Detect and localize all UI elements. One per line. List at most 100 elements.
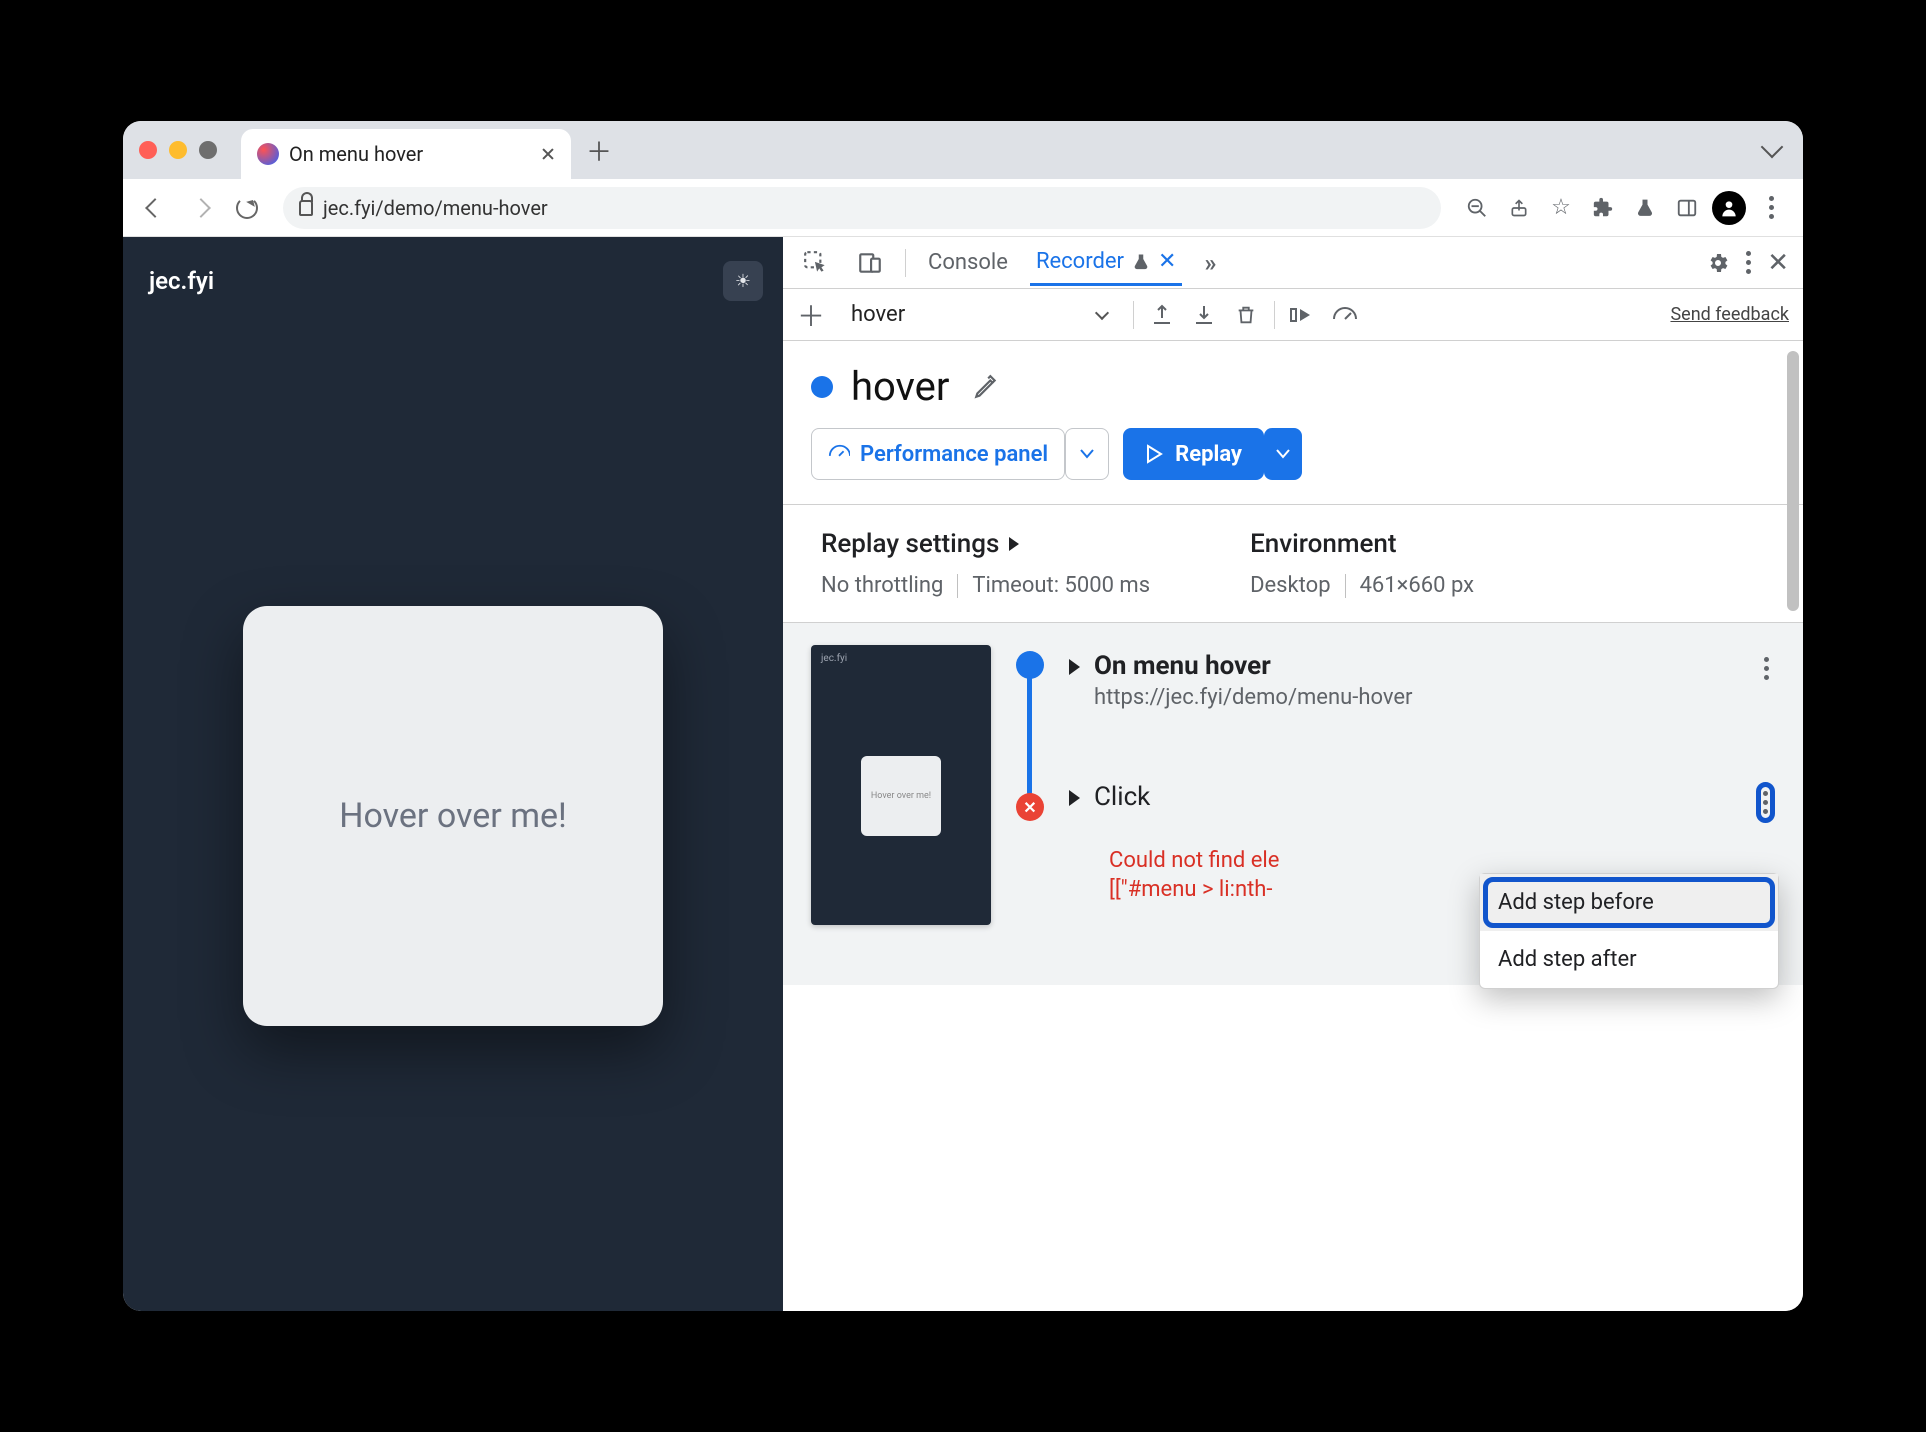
device-toggle-button[interactable] [851,240,889,286]
replay-settings-block: Replay settings No throttling Timeout: 5… [821,529,1150,598]
devtools-panel: Console Recorder ✕ » ✕ [783,237,1803,1311]
devtools-more-button[interactable] [1746,251,1751,274]
browser-toolbar: jec.fyi/demo/menu-hover ☆ [123,179,1803,237]
reload-button[interactable] [227,188,267,228]
window-controls [139,141,217,159]
tab-console[interactable]: Console [922,240,1014,285]
collapse-toggle-icon[interactable] [1069,790,1080,806]
import-button[interactable] [1190,301,1218,329]
step-row-navigate[interactable]: On menu hover https://jec.fyi/demo/menu-… [1069,645,1775,716]
recording-select[interactable]: hover [839,297,1119,333]
export-button[interactable] [1148,301,1176,329]
share-icon[interactable] [1499,188,1539,228]
back-button[interactable] [135,188,175,228]
step-title: Click [1094,782,1150,812]
side-panel-icon[interactable] [1667,188,1707,228]
tabs-overflow-button[interactable] [1757,135,1787,165]
more-tabs-button[interactable]: » [1198,239,1222,287]
step-subtitle: https://jec.fyi/demo/menu-hover [1094,685,1412,710]
replay-dropdown[interactable] [1264,428,1302,480]
address-bar[interactable]: jec.fyi/demo/menu-hover [283,187,1441,229]
step-list: On menu hover https://jec.fyi/demo/menu-… [1069,645,1775,925]
replay-button[interactable]: Replay [1123,428,1264,480]
settings-row: Replay settings No throttling Timeout: 5… [783,505,1803,622]
inspect-element-button[interactable] [797,240,835,286]
theme-toggle-button[interactable]: ☀ [723,261,763,301]
labs-flask-icon[interactable] [1625,188,1665,228]
devtools-tab-bar: Console Recorder ✕ » ✕ [783,237,1803,289]
timeline-error-dot: ✕ [1016,793,1044,821]
tab-recorder[interactable]: Recorder ✕ [1030,239,1183,286]
slow-replay-button[interactable] [1331,301,1359,329]
forward-button[interactable] [181,188,221,228]
separator [1133,301,1134,329]
avatar-icon [1712,191,1746,225]
close-tab-icon[interactable] [541,147,555,161]
maximize-window-icon[interactable] [199,141,217,159]
bookmark-star-icon[interactable]: ☆ [1541,188,1581,228]
step-more-button-active[interactable] [1756,782,1775,823]
page-viewport: jec.fyi ☀ Hover over me! [123,237,783,1311]
browser-tab[interactable]: On menu hover [241,129,571,179]
menu-add-step-after[interactable]: Add step after [1480,931,1778,988]
step-row-click[interactable]: Click [1069,776,1775,829]
tab-strip: On menu hover ＋ [123,121,1803,179]
close-panel-icon[interactable]: ✕ [1158,249,1176,274]
step-timeline: ✕ [1015,645,1045,925]
recording-header: hover [783,341,1803,428]
throttling-value: No throttling [821,573,943,598]
separator [957,574,958,598]
close-window-icon[interactable] [139,141,157,159]
environment-heading: Environment [1250,529,1474,559]
tab-title: On menu hover [289,142,423,166]
environment-block: Environment Desktop 461×660 px [1250,529,1474,598]
zoom-out-icon[interactable] [1457,188,1497,228]
steps-area: jec.fyi Hover over me! ✕ [783,623,1803,985]
content-area: jec.fyi ☀ Hover over me! Console Recor [123,237,1803,1311]
arrow-right-icon [191,198,211,218]
recorder-body: hover Performance panel [783,341,1803,1311]
devtools-settings-button[interactable] [1706,251,1730,275]
replay-settings-heading[interactable]: Replay settings [821,529,1150,559]
collapse-toggle-icon[interactable] [1069,659,1080,675]
hover-card-text: Hover over me! [339,796,567,836]
edit-title-button[interactable] [973,374,999,400]
browser-menu-button[interactable] [1751,188,1791,228]
separator [905,249,906,277]
performance-panel-button[interactable]: Performance panel [811,428,1065,480]
recording-title: hover [851,363,949,410]
toolbar-icons: ☆ [1457,188,1791,228]
new-tab-button[interactable]: ＋ [579,130,619,170]
performance-panel-dropdown[interactable] [1065,428,1109,480]
delete-button[interactable] [1232,301,1260,329]
send-feedback-link[interactable]: Send feedback [1670,304,1789,325]
scrollbar[interactable] [1787,341,1801,1311]
close-devtools-button[interactable]: ✕ [1767,248,1789,278]
menu-add-step-before[interactable]: Add step before [1480,874,1778,931]
extensions-icon[interactable] [1583,188,1623,228]
double-chevron-icon: » [1204,249,1216,277]
lock-icon [299,200,313,216]
step-over-button[interactable] [1289,301,1317,329]
minimize-window-icon[interactable] [169,141,187,159]
step-context-menu: Add step before Add step after [1479,873,1779,989]
dots-vertical-icon [1746,251,1751,274]
step-title: On menu hover [1094,651,1412,681]
chevron-down-icon [1761,136,1784,159]
dots-vertical-icon [1763,791,1768,814]
recorder-toolbar: ＋ hover [783,289,1803,341]
flask-icon [1132,253,1150,271]
dimensions-value: 461×660 px [1360,573,1475,598]
step-thumbnail: jec.fyi Hover over me! [811,645,991,925]
separator [1345,574,1346,598]
step-more-button[interactable] [1758,651,1775,686]
profile-avatar[interactable] [1709,188,1749,228]
hover-card[interactable]: Hover over me! [243,606,663,1026]
sun-icon: ☀ [735,271,751,292]
timeout-value: Timeout: 5000 ms [972,573,1150,598]
scrollbar-thumb[interactable] [1787,351,1799,611]
browser-window: On menu hover ＋ jec.fyi/demo/menu-hover … [123,121,1803,1311]
reload-icon [236,197,258,219]
dots-vertical-icon [1764,657,1769,680]
new-recording-button[interactable]: ＋ [797,295,825,335]
